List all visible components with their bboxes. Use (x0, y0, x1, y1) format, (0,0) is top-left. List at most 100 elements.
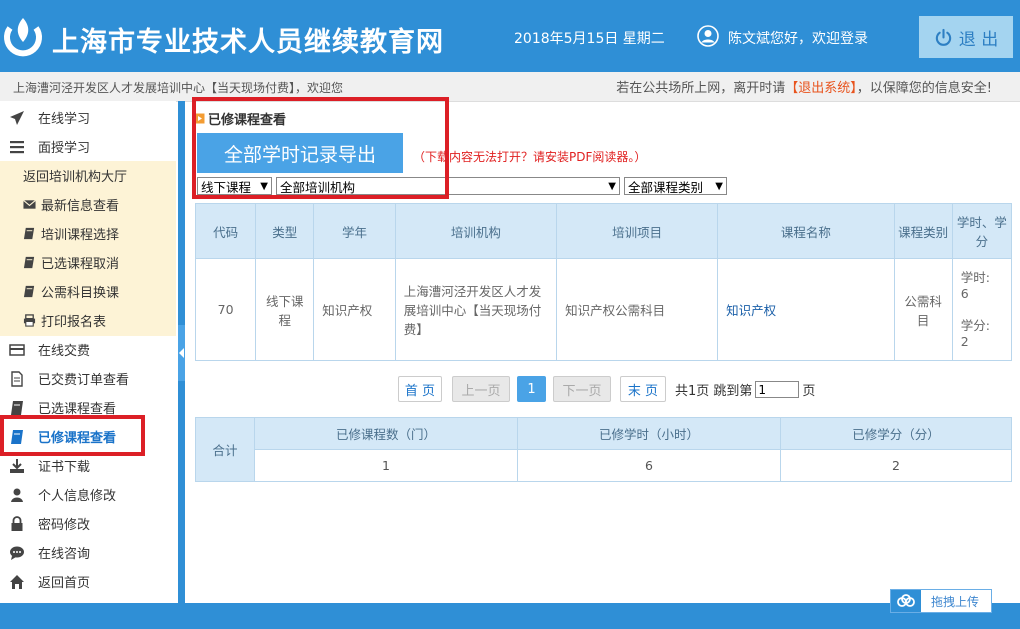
sidebar-item-online-study[interactable]: 在线学习 (0, 103, 176, 132)
category-select[interactable]: 全部课程类别 ▼ (624, 177, 727, 195)
sidebar-item-label: 已交费订单查看 (38, 373, 130, 388)
summary-value: 1 (254, 449, 518, 482)
face-study-submenu: 返回培训机构大厅 最新信息查看 培训课程选择 已选课程取消 公需科目换课 打印报… (0, 161, 176, 336)
book-icon (23, 285, 37, 299)
dropdown-arrow-icon: ▼ (260, 180, 268, 192)
sidebar-item-password-change[interactable]: 密码修改 (0, 509, 176, 538)
first-page-button[interactable]: 首 页 (398, 376, 442, 402)
sidebar-item-label: 在线交费 (38, 344, 91, 359)
paper-plane-icon (8, 110, 26, 126)
submenu-item-course-select[interactable]: 培训课程选择 (0, 219, 176, 248)
card-icon (8, 342, 26, 358)
home-icon (8, 574, 26, 590)
last-page-button[interactable]: 末 页 (620, 376, 666, 402)
column-header: 类型 (255, 203, 315, 259)
hours-value: 6 (960, 285, 969, 301)
sidebar-item-label: 培训课程选择 (41, 228, 120, 243)
column-header: 课程名称 (717, 203, 895, 259)
cell-code: 70 (194, 258, 257, 361)
sidebar: 在线学习 面授学习 返回培训机构大厅 最新信息查看 培训课程选择 已选课程取消 … (0, 101, 176, 603)
sidebar-item-completed-courses[interactable]: 已修课程查看 (0, 422, 176, 451)
sidebar-item-label: 返回首页 (38, 576, 91, 591)
summary-header-row: 合计 已修课程数（门） 已修学时（小时） 已修学分（分） (195, 417, 1013, 482)
lock-icon (8, 515, 26, 532)
completed-course-table: 代码 类型 学年 培训机构 培训项目 课程名称 课程类别 学时、学分 70 线下… (194, 203, 1013, 361)
dropdown-arrow-icon: ▼ (715, 180, 723, 192)
chat-icon (8, 545, 26, 561)
power-icon (935, 28, 951, 46)
exit-system-link[interactable]: 【退出系统】 (785, 81, 857, 96)
org-welcome: 上海漕河泾开发区人才发展培训中心【当天现场付费】，欢迎您 (13, 81, 344, 95)
summary-header: 已修学时（小时） (516, 417, 781, 450)
sidebar-item-selected-courses[interactable]: 已选课程查看 (0, 393, 176, 422)
user-welcome: 陈文斌您好，欢迎登录 (728, 31, 868, 47)
submenu-item-course-cancel[interactable]: 已选课程取消 (0, 248, 176, 277)
institution-select[interactable]: 全部培训机构 ▼ (276, 177, 620, 195)
sidebar-item-label: 密码修改 (38, 518, 91, 533)
sidebar-item-label: 个人信息修改 (38, 489, 117, 504)
category-value: 全部课程类别 (628, 179, 704, 195)
page-jump-input[interactable] (755, 381, 800, 398)
submenu-item-back-hall[interactable]: 返回培训机构大厅 (0, 161, 176, 190)
credits-value: 2 (960, 333, 969, 349)
sidebar-item-certificate-download[interactable]: 证书下载 (0, 451, 176, 480)
sidebar-item-label: 返回培训机构大厅 (23, 170, 128, 185)
sidebar-item-online-payment[interactable]: 在线交费 (0, 335, 176, 364)
summary-header: 已修课程数（门） (254, 417, 518, 450)
sidebar-item-face-study[interactable]: 面授学习 (0, 132, 176, 161)
notice-suffix: ，以保障您的信息安全! (856, 81, 992, 96)
logout-button[interactable]: 退 出 (919, 16, 1013, 58)
current-page-button[interactable]: 1 (517, 376, 546, 402)
sidebar-item-label: 打印报名表 (41, 315, 107, 330)
page-unit: 页 (802, 384, 816, 399)
dropdown-arrow-icon: ▼ (608, 180, 616, 192)
sidebar-item-label: 公需科目换课 (41, 286, 120, 301)
cell-institution: 上海漕河泾开发区人才发展培训中心【当天现场付费】 (394, 258, 558, 361)
download-icon (8, 458, 26, 474)
envelope-icon (23, 198, 37, 212)
course-name-link[interactable]: 知识产权 (726, 303, 776, 318)
sidebar-item-label: 在线咨询 (38, 547, 91, 562)
cloud-icon (891, 590, 921, 612)
book-icon (23, 256, 37, 270)
course-mode-value: 线下课程 (201, 179, 252, 195)
current-date: 2018年5月15日 星期二 (514, 31, 665, 47)
sidebar-item-label: 最新信息查看 (41, 199, 120, 214)
cell-year: 知识产权 (313, 258, 396, 361)
cell-category: 公需科目 (893, 258, 953, 361)
chevron-left-icon (178, 348, 184, 358)
sidebar-item-home[interactable]: 返回首页 (0, 567, 176, 596)
cell-hours-credits: 学时: 6 学分: 2 (951, 258, 1013, 361)
next-page-button[interactable]: 下一页 (553, 376, 611, 402)
sidebar-item-label: 面授学习 (38, 141, 91, 156)
drag-upload-widget[interactable]: 拖拽上传 (890, 589, 992, 613)
summary-table: 合计 已修课程数（门） 已修学时（小时） 已修学分（分） 1 6 2 (195, 417, 1013, 482)
logo-icon (4, 18, 42, 57)
submenu-item-public-course-swap[interactable]: 公需科目换课 (0, 277, 176, 306)
info-bar: 上海漕河泾开发区人才发展培训中心【当天现场付费】，欢迎您 若在公共场所上网，离开… (0, 72, 1020, 102)
submenu-item-print-form[interactable]: 打印报名表 (0, 306, 176, 335)
user-circle-icon (697, 25, 719, 47)
sidebar-item-paid-orders[interactable]: 已交费订单查看 (0, 364, 176, 393)
page-info: 共1页 跳到第 页 (675, 380, 815, 399)
sidebar-item-profile-edit[interactable]: 个人信息修改 (0, 480, 176, 509)
prev-page-button[interactable]: 上一页 (452, 376, 510, 402)
column-header: 培训机构 (394, 203, 558, 259)
summary-value: 6 (516, 449, 781, 482)
section-title-label: 已修课程查看 (208, 113, 287, 128)
sidebar-item-label: 在线学习 (38, 112, 91, 127)
column-header: 学年 (313, 203, 396, 259)
cell-course-name: 知识产权 (717, 258, 895, 361)
list-icon (8, 139, 26, 155)
submenu-item-latest-info[interactable]: 最新信息查看 (0, 190, 176, 219)
user-icon (8, 487, 26, 503)
export-all-records-button[interactable]: 全部学时记录导出 (197, 133, 403, 173)
course-mode-select[interactable]: 线下课程 ▼ (197, 177, 272, 195)
sidebar-collapse-handle[interactable] (178, 325, 185, 381)
security-notice: 若在公共场所上网，离开时请【退出系统】，以保障您的信息安全! (616, 77, 992, 96)
main-content: 已修课程查看 全部学时记录导出 （下载内容无法打开？请安装PDF阅读器。） 线下… (185, 97, 1020, 603)
column-header: 代码 (194, 203, 257, 259)
sidebar-item-online-consult[interactable]: 在线咨询 (0, 538, 176, 567)
notice-prefix: 若在公共场所上网，离开时请 (616, 81, 786, 96)
section-title: 已修课程查看 (195, 109, 286, 128)
